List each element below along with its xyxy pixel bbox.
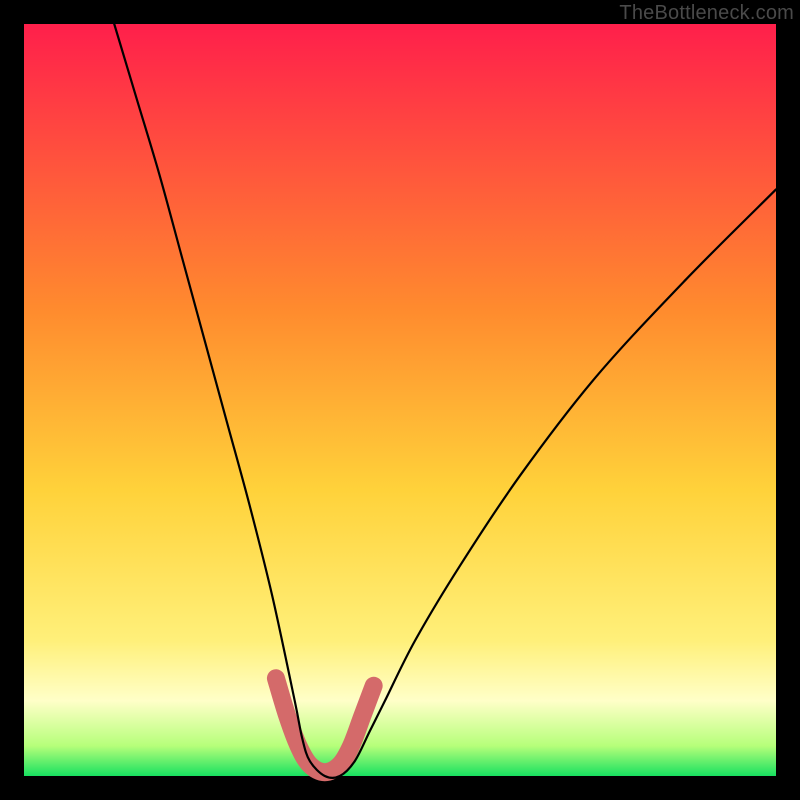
basin-highlight: [276, 678, 374, 772]
plot-area: [24, 24, 776, 776]
watermark-text: TheBottleneck.com: [619, 2, 794, 25]
bottleneck-curve: [114, 24, 776, 778]
curve-layer: [24, 24, 776, 776]
chart-frame: TheBottleneck.com: [0, 0, 800, 800]
